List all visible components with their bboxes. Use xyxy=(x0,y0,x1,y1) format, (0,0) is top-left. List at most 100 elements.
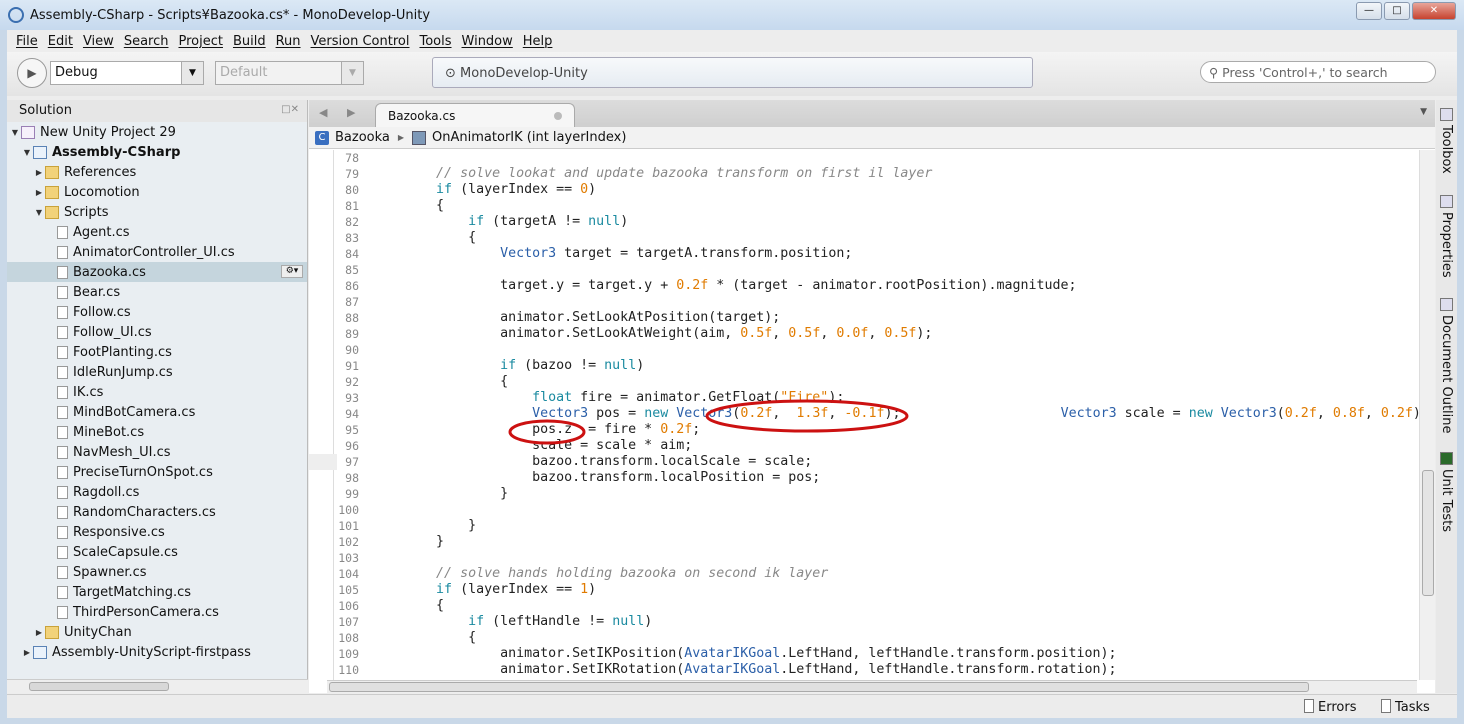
pad-toolbox[interactable]: Toolbox xyxy=(1439,108,1454,174)
tree-item[interactable]: ▼ Scripts xyxy=(7,202,307,222)
menu-build[interactable]: Build xyxy=(233,34,266,49)
code-token: ); xyxy=(884,406,1061,421)
tasks-button[interactable]: Tasks xyxy=(1381,699,1430,715)
menu-file[interactable]: File xyxy=(16,34,38,49)
tree-item[interactable]: Responsive.cs xyxy=(7,522,307,542)
code-token: scale = xyxy=(1116,406,1189,421)
menu-help[interactable]: Help xyxy=(523,34,553,49)
expanded-arrow-icon[interactable]: ▼ xyxy=(21,148,33,157)
tree-item[interactable]: ▶ References xyxy=(7,162,307,182)
breadcrumb-class[interactable]: Bazooka xyxy=(335,130,390,145)
tree-item[interactable]: Follow_UI.cs xyxy=(7,322,307,342)
tree-item[interactable]: Bear.cs xyxy=(7,282,307,302)
pad-properties[interactable]: Properties xyxy=(1439,195,1454,278)
code-token: 0.5f xyxy=(740,326,773,341)
search-input[interactable]: ⚲ Press 'Control+,' to search xyxy=(1200,61,1436,83)
line-number: 90 xyxy=(345,343,359,357)
code-token: 0.2f xyxy=(660,422,693,437)
tree-item-label: AnimatorController_UI.cs xyxy=(73,244,235,260)
menu-version-control[interactable]: Version Control xyxy=(311,34,410,49)
tree-item[interactable]: Spawner.cs xyxy=(7,562,307,582)
line-number: 102 xyxy=(338,535,359,549)
tab-bazooka-cs[interactable]: Bazooka.cs xyxy=(375,103,575,127)
line-number: 89 xyxy=(345,327,359,341)
tree-item[interactable]: Ragdoll.cs xyxy=(7,482,307,502)
collapsed-arrow-icon[interactable]: ▶ xyxy=(21,648,33,657)
file-icon xyxy=(57,245,68,259)
platform-select[interactable]: Default ▼ xyxy=(215,61,364,85)
tree-item-label: IK.cs xyxy=(73,384,104,400)
line-text: animator.SetIKPosition(AvatarIKGoal.Left… xyxy=(372,646,1116,662)
line-number: 108 xyxy=(338,631,359,645)
pad-document-outline[interactable]: Document Outline xyxy=(1439,298,1454,434)
breadcrumb-separator-icon: ▶ xyxy=(397,133,405,142)
tree-item[interactable]: IK.cs xyxy=(7,382,307,402)
tree-item[interactable]: ▶ UnityChan xyxy=(7,622,307,642)
code-area[interactable]: 78 79 // solve lookat and update bazooka … xyxy=(309,150,1419,680)
tree-item[interactable]: Bazooka.cs ⚙▾ xyxy=(7,262,307,282)
errors-button[interactable]: Errors xyxy=(1304,699,1356,715)
expanded-arrow-icon[interactable]: ▼ xyxy=(9,128,21,137)
code-token: { xyxy=(372,598,445,613)
tree-item-label: Bazooka.cs xyxy=(73,264,146,280)
maximize-button[interactable]: □ xyxy=(1384,2,1410,20)
menu-edit[interactable]: Edit xyxy=(48,34,73,49)
tree-item[interactable]: Follow.cs xyxy=(7,302,307,322)
errors-label: Errors xyxy=(1318,700,1357,715)
menu-tools[interactable]: Tools xyxy=(419,34,451,49)
expanded-arrow-icon[interactable]: ▼ xyxy=(33,208,45,217)
tree-item[interactable]: ThirdPersonCamera.cs xyxy=(7,602,307,622)
tree-item[interactable]: IdleRunJump.cs xyxy=(7,362,307,382)
editor-horizontal-scrollbar[interactable] xyxy=(327,680,1417,693)
tree-item[interactable]: AnimatorController_UI.cs xyxy=(7,242,307,262)
close-button[interactable]: ✕ xyxy=(1412,2,1456,20)
tab-back-icon[interactable]: ◀ xyxy=(319,106,327,119)
file-icon xyxy=(57,425,68,439)
breadcrumb-method[interactable]: OnAnimatorIK (int layerIndex) xyxy=(432,130,626,145)
configuration-select[interactable]: Debug ▼ xyxy=(50,61,204,85)
tree-item[interactable]: ▼ Assembly-CSharp xyxy=(7,142,307,162)
minimize-button[interactable]: — xyxy=(1356,2,1382,20)
tree-item[interactable]: ▼ New Unity Project 29 xyxy=(7,122,307,142)
tree-item[interactable]: PreciseTurnOnSpot.cs xyxy=(7,462,307,482)
platform-value: Default xyxy=(220,65,268,80)
tree-item[interactable]: NavMesh_UI.cs xyxy=(7,442,307,462)
tab-forward-icon[interactable]: ▶ xyxy=(347,106,355,119)
tab-close-icon[interactable] xyxy=(554,112,562,120)
tree-item[interactable]: MindBotCamera.cs xyxy=(7,402,307,422)
code-token: } xyxy=(372,518,477,533)
tree-item[interactable]: FootPlanting.cs xyxy=(7,342,307,362)
line-number: 97 xyxy=(345,455,359,469)
line-text: { xyxy=(372,230,476,246)
menu-project[interactable]: Project xyxy=(178,34,222,49)
menu-window[interactable]: Window xyxy=(462,34,513,49)
tree-item[interactable]: TargetMatching.cs xyxy=(7,582,307,602)
search-placeholder: Press 'Control+,' to search xyxy=(1222,65,1388,80)
file-icon xyxy=(57,585,68,599)
line-number: 88 xyxy=(345,311,359,325)
collapsed-arrow-icon[interactable]: ▶ xyxy=(33,628,45,637)
menu-view[interactable]: View xyxy=(83,34,114,49)
tree-item[interactable]: ▶ Locomotion xyxy=(7,182,307,202)
file-icon xyxy=(57,405,68,419)
collapsed-arrow-icon[interactable]: ▶ xyxy=(33,188,45,197)
tree-item[interactable]: RandomCharacters.cs xyxy=(7,502,307,522)
pad-unit-tests[interactable]: Unit Tests xyxy=(1439,452,1454,532)
tree-item[interactable]: ScaleCapsule.cs xyxy=(7,542,307,562)
tab-list-icon[interactable]: ▼ xyxy=(1420,107,1427,117)
pad-close-icon[interactable]: □✕ xyxy=(281,104,299,115)
vertical-scrollbar[interactable] xyxy=(1419,150,1435,680)
code-line: 86 target.y = target.y + 0.2f * (target … xyxy=(309,278,1419,294)
menu-search[interactable]: Search xyxy=(124,34,169,49)
tree-item[interactable]: ▶ Assembly-UnityScript-firstpass xyxy=(7,642,307,662)
horizontal-scrollbar[interactable] xyxy=(7,679,308,693)
code-line: 79 // solve lookat and update bazooka tr… xyxy=(309,166,1419,182)
menu-run[interactable]: Run xyxy=(276,34,301,49)
tree-item[interactable]: MineBot.cs xyxy=(7,422,307,442)
run-button[interactable]: ▶ xyxy=(17,58,47,88)
title-bar: Assembly-CSharp - Scripts¥Bazooka.cs* - … xyxy=(0,0,1464,30)
tree-item[interactable]: Agent.cs xyxy=(7,222,307,242)
file-options-icon[interactable]: ⚙▾ xyxy=(281,265,303,278)
collapsed-arrow-icon[interactable]: ▶ xyxy=(33,168,45,177)
